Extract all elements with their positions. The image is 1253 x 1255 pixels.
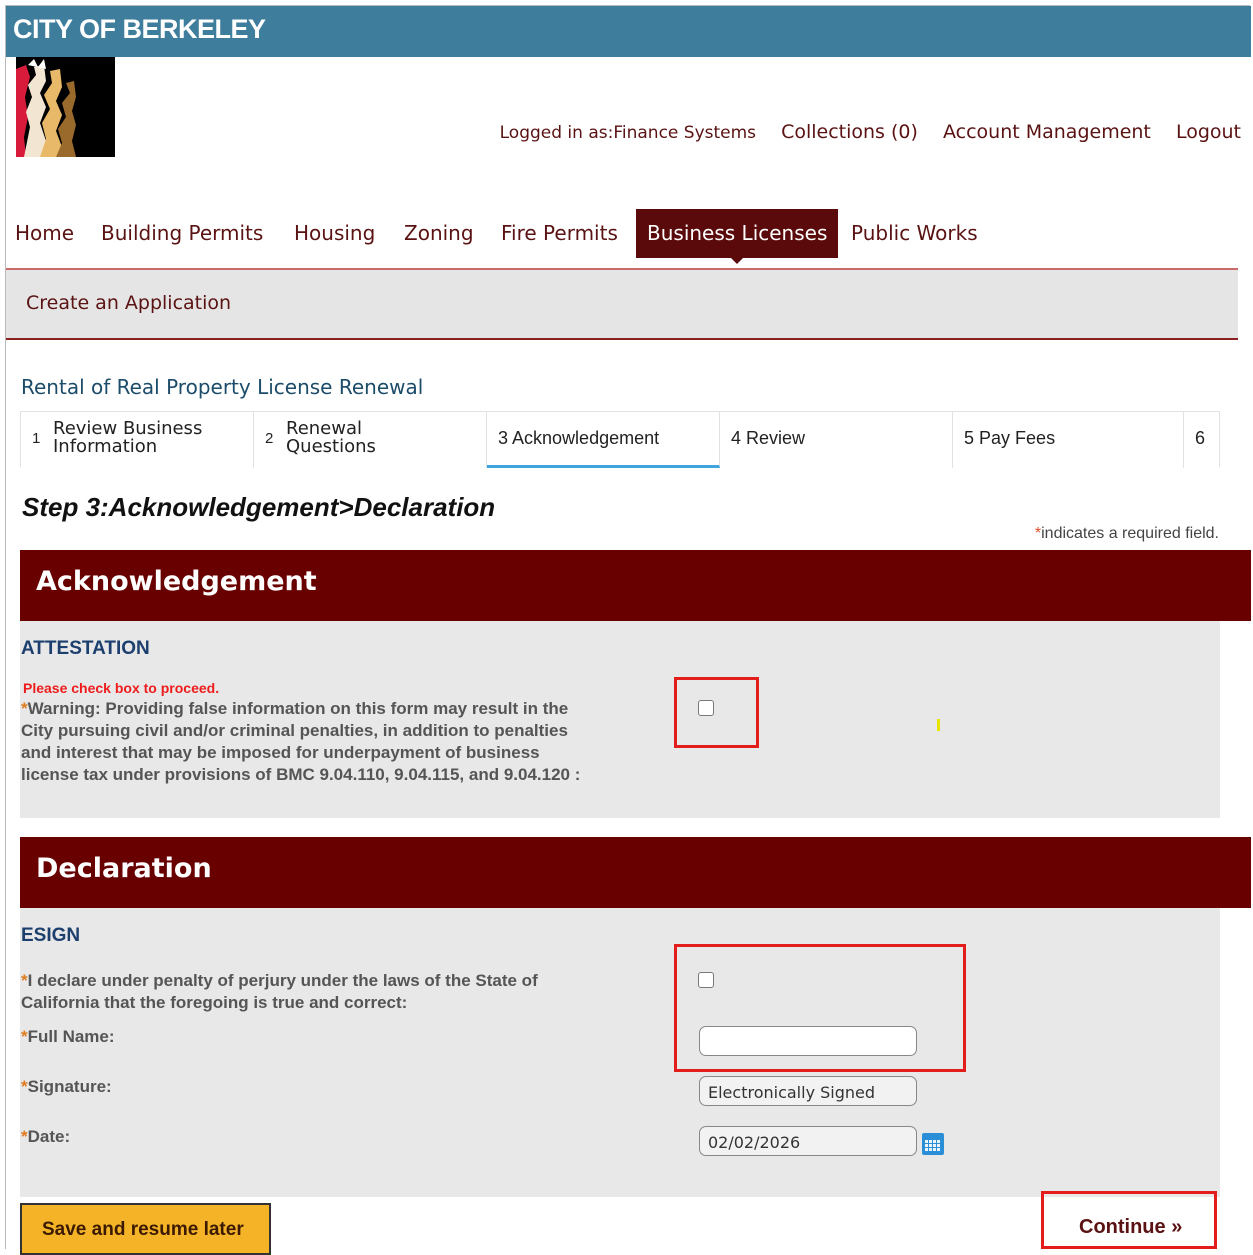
full-name-label: *Full Name: (21, 1026, 115, 1048)
highlight-esign-fields (674, 944, 966, 1072)
save-and-resume-button[interactable]: Save and resume later (20, 1203, 271, 1255)
step-3[interactable]: 3 Acknowledgement (487, 412, 720, 468)
step-1-label-line2: Information (53, 436, 158, 457)
save-and-resume-label: Save and resume later (42, 1219, 244, 1240)
sub-header: Create an Application (6, 268, 1238, 340)
warning-line-2: City pursuing civil and/or criminal pena… (21, 721, 568, 740)
step-6-number: 6 (1195, 428, 1206, 448)
step-3-label: 3 Acknowledgement (498, 428, 659, 449)
collections-link[interactable]: Collections (0) (781, 121, 918, 143)
active-caret-icon (731, 258, 744, 264)
esign-panel: ESIGN *I declare under penalty of perjur… (20, 908, 1220, 1197)
full-name-label-text: Full Name: (27, 1027, 115, 1046)
warning-line-1: Warning: Providing false information on … (27, 699, 569, 718)
step-1[interactable]: 1 Review Business Information (21, 412, 254, 468)
nav-business-licenses[interactable]: Business Licenses (636, 209, 839, 264)
required-star: * (21, 1127, 28, 1146)
step-2-label: Renewal Questions (286, 420, 376, 456)
required-star: * (21, 1077, 28, 1096)
step-1-number: 1 (32, 430, 41, 447)
attestation-panel: ATTESTATION Please check box to proceed.… (20, 621, 1220, 818)
step-5-text: Pay Fees (979, 428, 1056, 448)
declaration-text: *I declare under penalty of perjury unde… (21, 970, 538, 1014)
date-label: *Date: (21, 1126, 70, 1148)
nav-home[interactable]: Home (15, 209, 74, 258)
declaration-header: Declaration (20, 837, 1251, 908)
application-title: Rental of Real Property License Renewal (21, 375, 424, 399)
site-header: CITY OF BERKELEY (6, 6, 1251, 57)
nav-zoning[interactable]: Zoning (404, 209, 474, 258)
attestation-label: ATTESTATION (21, 638, 150, 659)
attestation-warning: *Warning: Providing false information on… (21, 698, 580, 786)
nav-business-licenses-label: Business Licenses (647, 221, 828, 245)
date-field[interactable]: 02/02/2026 (699, 1126, 917, 1156)
step-indicator: 1 Review Business Information 2 Renewal … (20, 411, 1220, 468)
logout-link[interactable]: Logout (1176, 121, 1241, 143)
signature-label: *Signature: (21, 1076, 112, 1098)
step-5[interactable]: 5 Pay Fees (953, 412, 1184, 468)
cursor-marker (937, 719, 940, 731)
required-note-text: indicates a required field. (1041, 525, 1219, 542)
required-star: * (21, 1027, 28, 1046)
step-2-number: 2 (265, 430, 274, 447)
step-4[interactable]: 4 Review (720, 412, 953, 468)
acknowledgement-header: Acknowledgement (20, 550, 1251, 621)
step-4-label: 4 Review (731, 428, 805, 449)
user-links: Logged in as:Finance Systems Collections… (481, 121, 1241, 143)
site-title: CITY OF BERKELEY (13, 14, 266, 44)
declaration-title: Declaration (36, 853, 212, 884)
step-4-number: 4 (731, 428, 742, 448)
signature-field: Electronically Signed (699, 1076, 917, 1106)
city-logo[interactable] (16, 57, 115, 157)
required-note: *indicates a required field. (1035, 525, 1219, 543)
required-star: * (21, 699, 28, 718)
step-5-number: 5 (964, 428, 975, 448)
account-management-link[interactable]: Account Management (943, 121, 1151, 143)
warning-line-3: and interest that may be imposed for und… (21, 743, 540, 762)
nav-building-permits[interactable]: Building Permits (101, 209, 263, 258)
step-4-text: Review (746, 428, 806, 448)
step-3-number: 3 (498, 428, 509, 448)
nav-public-works[interactable]: Public Works (851, 209, 978, 258)
esign-label: ESIGN (21, 925, 81, 946)
calendar-icon[interactable] (922, 1133, 944, 1155)
step-2-label-line2: Questions (286, 436, 376, 457)
required-star: * (21, 971, 28, 990)
step-3-text: Acknowledgement (512, 428, 660, 448)
step-5-label: 5 Pay Fees (964, 428, 1055, 449)
date-label-text: Date: (27, 1127, 71, 1146)
highlight-continue-button (1041, 1191, 1217, 1249)
declare-line-1: I declare under penalty of perjury under… (27, 971, 538, 990)
step-6[interactable]: 6 (1184, 412, 1220, 468)
step-2[interactable]: 2 Renewal Questions (254, 412, 487, 468)
signature-label-text: Signature: (27, 1077, 112, 1096)
acknowledgement-title: Acknowledgement (36, 566, 317, 597)
error-message: Please check box to proceed. (23, 680, 220, 696)
nav-fire-permits[interactable]: Fire Permits (501, 209, 618, 258)
nav-housing[interactable]: Housing (294, 209, 375, 258)
warning-line-4: license tax under provisions of BMC 9.04… (21, 765, 581, 784)
create-application-link[interactable]: Create an Application (26, 292, 231, 314)
highlight-attestation-checkbox (674, 677, 759, 748)
logged-in-label: Logged in as:Finance Systems (499, 123, 757, 143)
declare-line-2: California that the foregoing is true an… (21, 993, 408, 1012)
step-1-label: Review Business Information (53, 420, 202, 456)
step-heading: Step 3:Acknowledgement>Declaration (22, 492, 496, 522)
